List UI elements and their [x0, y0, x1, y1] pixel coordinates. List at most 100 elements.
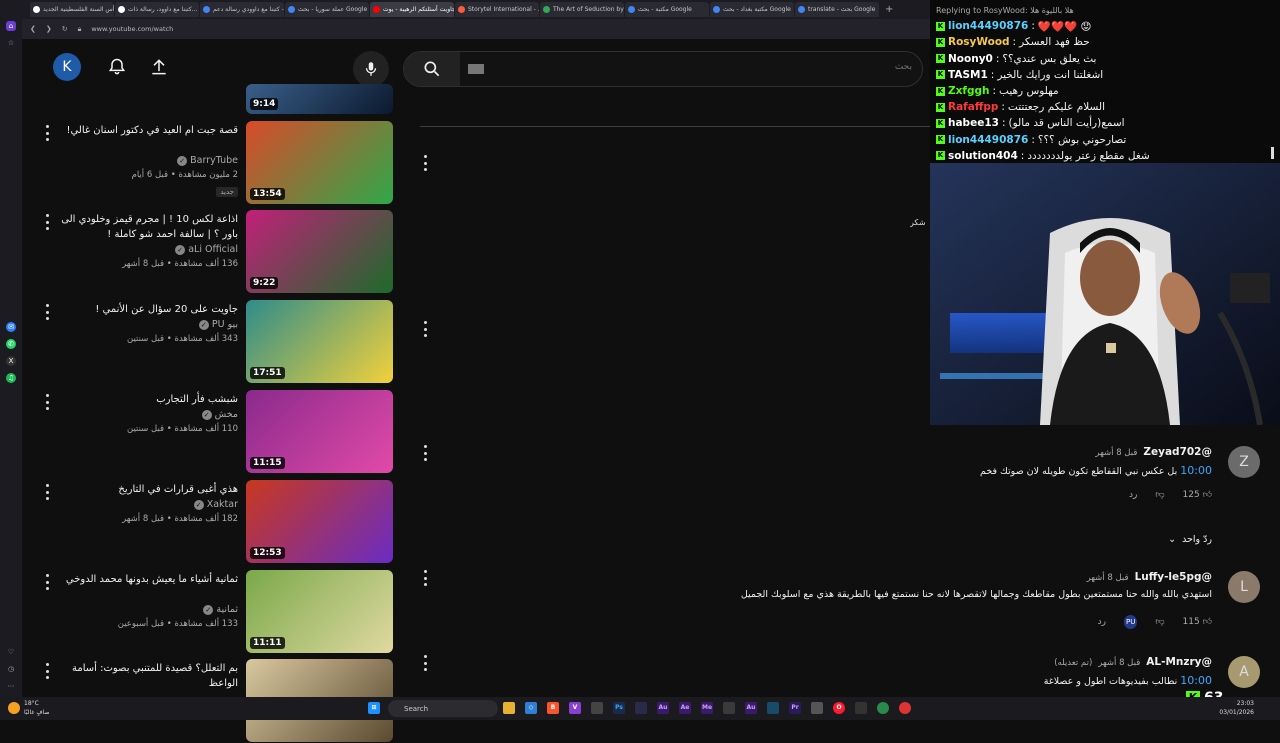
video-title[interactable]: هذي أغبى قرارات في التاريخ	[48, 482, 238, 497]
whatsapp-icon[interactable]: ✆	[6, 339, 16, 349]
video-item[interactable]: 11:11 ثمانية أشياء ما يعيش بدونها محمد ال…	[22, 570, 394, 654]
video-title[interactable]: جاويت على 20 سؤال عن الأنمي !	[48, 302, 238, 317]
thumbs-down-icon[interactable]: 👎︎	[1155, 617, 1164, 627]
file-explorer-icon[interactable]	[503, 702, 515, 714]
video-title[interactable]: اذاعة لكس 10 ! | مجرم قيمز وخلودي الى با…	[48, 212, 238, 242]
video-thumbnail[interactable]: 13:54	[246, 121, 393, 204]
channel-name[interactable]: Xaktar	[207, 499, 238, 510]
taskbar-clock[interactable]: 23:03 03/01/2026	[1219, 699, 1254, 717]
commenter-name[interactable]: @Zeyad702	[1143, 446, 1212, 458]
commenter-avatar[interactable]: L	[1228, 571, 1260, 603]
vscode-icon[interactable]: ◇	[525, 702, 537, 714]
video-item[interactable]: 17:51 جاويت على 20 سؤال عن الأنمي ! بيو PU…	[22, 300, 394, 384]
comment-timestamp-link[interactable]: 10:00	[1180, 464, 1212, 477]
channel-name[interactable]: بيو PU	[212, 319, 238, 330]
video-item[interactable]: 13:54 قصة جبت ام العيد في دكتور اسنان غال…	[22, 121, 394, 205]
search-button[interactable]	[404, 52, 460, 86]
chat-username[interactable]: lion44490876	[948, 20, 1028, 32]
video-channel[interactable]: aLi Official ✓	[48, 244, 238, 255]
search-keyboard-icon[interactable]	[468, 64, 484, 74]
chat-username[interactable]: Zxfggh	[948, 85, 989, 97]
video-channel[interactable]: مخش ✓	[48, 409, 238, 420]
obs-icon[interactable]	[855, 702, 867, 714]
video-channel[interactable]: ثمانية ✓	[48, 604, 238, 615]
browser-tab[interactable]: The Art of Seduction by R...	[540, 2, 624, 17]
browser-tab[interactable]: عملة سوريا - بحث Google	[285, 2, 369, 17]
video-channel[interactable]: Xaktar ✓	[48, 499, 238, 510]
notifications-bell-icon[interactable]	[103, 53, 131, 81]
spotify-icon[interactable]: ♫	[6, 373, 16, 383]
channel-name[interactable]: BarryTube	[190, 155, 238, 166]
chat-username[interactable]: TASM1	[948, 69, 988, 81]
browser-tab[interactable]: مكتبة بغداد - بحث Google	[710, 2, 794, 17]
reload-icon[interactable]: ↻	[62, 25, 68, 33]
star-icon[interactable]: ☆	[6, 38, 16, 48]
weather-icon[interactable]	[8, 702, 20, 714]
browser-tab[interactable]: كتبنا مع داوود، رسالة ذات...	[115, 2, 199, 17]
thumbs-down-icon[interactable]: 👎︎	[1155, 490, 1164, 500]
app-icon[interactable]	[811, 702, 823, 714]
comment-time[interactable]: قبل 8 أشهر	[1095, 448, 1137, 458]
video-item[interactable]: 11:15 شبشب فأر التجارب مخش ✓ 110 ألف مشاهدة …	[22, 390, 394, 474]
app-icon[interactable]	[591, 702, 603, 714]
browser-tab[interactable]: جاويت أسئلتكم الرهيبة - يوت...	[370, 2, 454, 17]
browser-tab[interactable]: رأس السنة الفلسطينية الجديد...	[30, 2, 114, 17]
app-icon[interactable]	[767, 702, 779, 714]
visual-studio-icon[interactable]: V	[569, 702, 581, 714]
like-button[interactable]: 👍︎ 125	[1183, 490, 1212, 500]
audition-2-icon[interactable]: Au	[745, 702, 757, 714]
x-icon[interactable]: X	[6, 356, 16, 366]
video-channel[interactable]: BarryTube ✓	[48, 155, 238, 166]
forward-icon[interactable]: ❯	[46, 25, 52, 33]
new-tab-button[interactable]: +	[880, 4, 893, 15]
more-icon[interactable]: ⋯	[6, 681, 16, 691]
commenter-name[interactable]: @AL-Mnzry	[1146, 656, 1212, 668]
chat-username[interactable]: habee13	[948, 117, 999, 129]
video-thumbnail[interactable]: 12:53	[246, 480, 393, 563]
comment-time[interactable]: قبل 8 أشهر	[1087, 573, 1129, 583]
windows-start-icon[interactable]: ⊞	[368, 702, 380, 714]
channel-name[interactable]: ثمانية	[216, 604, 238, 615]
video-thumbnail[interactable]: 11:15	[246, 390, 393, 473]
back-icon[interactable]: ❮	[30, 25, 36, 33]
video-thumbnail[interactable]: 9:14	[246, 84, 393, 114]
chat-username[interactable]: lion44490876	[948, 134, 1028, 146]
search-input[interactable]: بحث	[895, 62, 912, 72]
browser-tab[interactable]: مكتبة - بحث Google	[625, 2, 709, 17]
reply-button[interactable]: رد	[1098, 617, 1106, 627]
video-thumbnail[interactable]: 11:11	[246, 570, 393, 653]
photoshop-icon[interactable]: Ps	[613, 702, 625, 714]
video-title[interactable]: شبشب فأر التجارب	[48, 392, 238, 407]
video-title[interactable]: بم التعلل؟ قصيدة للمتنبي بصوت: أسامة الو…	[48, 661, 238, 691]
messenger-icon[interactable]: ✉	[6, 322, 16, 332]
video-item[interactable]: 12:53 هذي أغبى قرارات في التاريخ Xaktar ✓ 18…	[22, 480, 394, 564]
video-channel[interactable]: بيو PU ✓	[48, 319, 238, 330]
chat-username[interactable]: RosyWood	[948, 36, 1010, 48]
browser-tab[interactable]: Storytel International - ...	[455, 2, 539, 17]
media-encoder-icon[interactable]: Me	[701, 702, 713, 714]
chat-username[interactable]: Rafaffpp	[948, 101, 998, 113]
reply-button[interactable]: رد	[1129, 490, 1137, 500]
comment-timestamp-link[interactable]: 10:00	[1180, 674, 1212, 687]
app-icon[interactable]	[635, 702, 647, 714]
url-field[interactable]: www.youtube.com/watch	[91, 25, 173, 33]
taskbar-search[interactable]: Search	[388, 700, 498, 717]
home-icon[interactable]: ⌂	[6, 21, 16, 31]
upload-icon[interactable]	[145, 53, 173, 81]
browser-tab[interactable]: كتبنا مع داوودي رسالة دعم - ...	[200, 2, 284, 17]
channel-name[interactable]: مخش	[215, 409, 238, 420]
brave-icon[interactable]: B	[547, 702, 559, 714]
video-item[interactable]: 9:14	[22, 84, 394, 114]
chat-scrollbar[interactable]	[1271, 147, 1274, 159]
after-effects-icon[interactable]: Ae	[679, 702, 691, 714]
audition-icon[interactable]: Au	[657, 702, 669, 714]
commenter-name[interactable]: @Luffy-le5pg	[1135, 571, 1212, 583]
chrome-icon[interactable]	[877, 702, 889, 714]
video-thumbnail[interactable]: 9:22	[246, 210, 393, 293]
app-icon[interactable]	[723, 702, 735, 714]
comment-more-icon[interactable]	[420, 655, 430, 671]
history-icon[interactable]: ◷	[6, 664, 16, 674]
replies-toggle[interactable]: ردّ واحد ⌄	[1168, 534, 1212, 545]
comment-more-icon[interactable]	[420, 155, 430, 171]
video-item[interactable]: 9:22 اذاعة لكس 10 ! | مجرم قيمز وخلودي ال…	[22, 210, 394, 294]
